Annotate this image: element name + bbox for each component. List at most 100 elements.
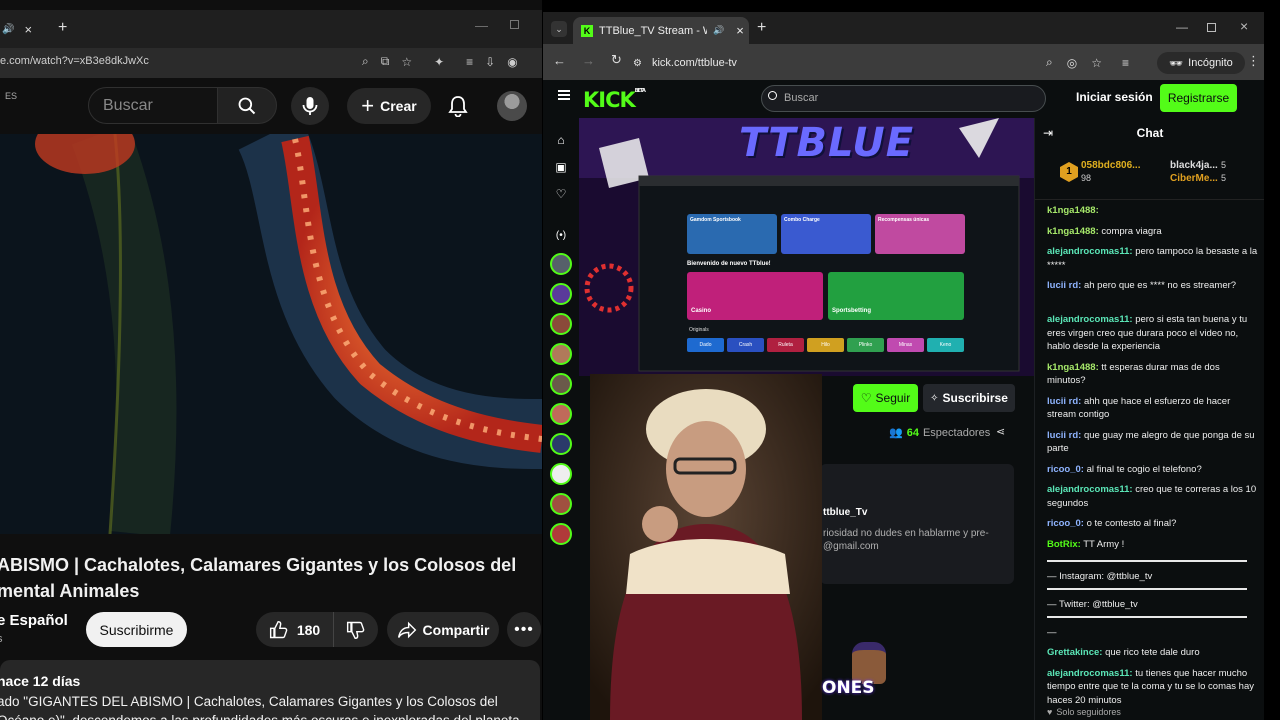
share-button[interactable]: Compartir xyxy=(387,612,499,647)
incognito-badge[interactable]: 🕶 Incógnito xyxy=(1157,52,1245,74)
eye-off-icon[interactable]: ◎ xyxy=(1067,56,1077,70)
close-tab-icon[interactable]: × xyxy=(736,23,744,38)
star-icon[interactable]: ☆ xyxy=(1091,56,1102,70)
chat-username[interactable]: Grettakince: xyxy=(1047,647,1102,658)
sidebar-channel-avatar[interactable] xyxy=(550,253,572,275)
kick-tab[interactable]: K TTBlue_TV Stream - Watch 🔊 × xyxy=(573,17,749,44)
browser-menu-icon[interactable]: ⋮ xyxy=(1247,53,1260,69)
channel-name[interactable]: e Español xyxy=(0,612,68,629)
yt-tab-bar xyxy=(0,10,542,48)
stream-player[interactable]: TTBLUE Gamdom Sportsbook Combo Charge Re… xyxy=(579,118,1034,376)
following-icon[interactable]: ♡ xyxy=(543,184,579,204)
chat-username[interactable]: lucii rd: xyxy=(1047,280,1081,291)
login-button[interactable]: Iniciar sesión xyxy=(1076,90,1153,104)
maximize-icon[interactable] xyxy=(1207,23,1216,32)
new-tab-button[interactable]: + xyxy=(757,19,766,37)
register-button[interactable]: Registrarse xyxy=(1160,84,1237,112)
share-icon xyxy=(397,621,416,638)
zoom-icon[interactable]: ⌕ xyxy=(1046,55,1053,70)
back-icon[interactable]: ← xyxy=(553,53,566,68)
subscribe-button[interactable]: Suscribirme xyxy=(86,612,187,647)
search-input[interactable]: Buscar xyxy=(88,87,218,124)
media-icon[interactable]: ≡ xyxy=(466,55,473,69)
close-tab-icon[interactable]: × xyxy=(24,22,32,37)
sidebar-channel-avatar[interactable] xyxy=(550,283,572,305)
site-info-icon[interactable]: ⚙ xyxy=(633,58,642,69)
chat-username[interactable]: ricoo_0: xyxy=(1047,464,1084,475)
thumbs-up-icon xyxy=(269,620,288,638)
forward-icon[interactable]: → xyxy=(582,53,595,68)
leader-name[interactable]: black4ja... xyxy=(1170,160,1218,171)
voice-search-button[interactable] xyxy=(291,87,329,125)
nav-buttons: ← → ↻ xyxy=(553,52,622,68)
zoom-icon[interactable]: ⌕ xyxy=(362,54,369,69)
chat-username[interactable]: lucii rd: xyxy=(1047,430,1081,441)
reload-icon[interactable]: ↻ xyxy=(611,52,622,68)
chat-username[interactable]: lucii rd: xyxy=(1047,396,1081,407)
minimize-icon[interactable]: — xyxy=(475,18,488,33)
game-button: Dado xyxy=(687,338,724,352)
downloads-icon[interactable]: ⇩ xyxy=(485,55,495,69)
yt-tab[interactable]: c 🔊 × xyxy=(0,18,50,40)
video-player[interactable] xyxy=(0,134,542,534)
leader-name[interactable]: CiberMe... xyxy=(1170,173,1218,184)
heart-icon: ♡ xyxy=(860,391,872,405)
extensions-icon[interactable]: ✦ xyxy=(434,55,444,69)
sidebar-channel-avatar[interactable] xyxy=(550,343,572,365)
sidebar-channel-avatar[interactable] xyxy=(550,433,572,455)
hamburger-menu-icon[interactable] xyxy=(558,90,570,100)
share-icon[interactable]: ⋖ xyxy=(996,425,1005,438)
kick-window: ⌄ K TTBlue_TV Stream - Watch 🔊 × + — × ←… xyxy=(543,12,1264,720)
search-button[interactable] xyxy=(217,87,277,124)
leader-score: 5 xyxy=(1221,160,1227,170)
profile-icon[interactable]: ◉ xyxy=(507,55,517,69)
sidebar-channel-avatar[interactable] xyxy=(550,493,572,515)
avatar[interactable] xyxy=(497,91,527,121)
chat-text: al final te cogio el telefono? xyxy=(1086,463,1202,475)
new-tab-button[interactable]: + xyxy=(58,19,67,37)
leader-name[interactable]: 058bdc806... xyxy=(1081,160,1140,171)
chat-username[interactable]: k1nga1488: xyxy=(1047,362,1099,373)
dislike-button[interactable] xyxy=(334,612,378,647)
cast-icon[interactable]: ⧉ xyxy=(381,54,390,69)
maximize-icon[interactable] xyxy=(510,20,519,29)
sidebar-channel-avatar[interactable] xyxy=(550,463,572,485)
star-icon[interactable]: ☆ xyxy=(401,55,412,69)
close-window-icon[interactable]: × xyxy=(1240,18,1248,34)
minimize-icon[interactable]: — xyxy=(1176,20,1188,34)
chat-message: k1nga1488: compra viagra xyxy=(1047,225,1259,239)
channel-subscribers: s xyxy=(0,633,3,645)
kick-url[interactable]: ⚙ kick.com/ttblue-tv xyxy=(633,51,1053,75)
create-button[interactable]: + Crear xyxy=(347,88,431,124)
kick-subscribe-button[interactable]: ✧ Suscribirse xyxy=(923,384,1015,412)
kick-search-input[interactable]: Buscar xyxy=(761,85,1046,112)
chat-username[interactable]: k1nga1488: xyxy=(1047,226,1099,237)
media-icon[interactable]: ≡ xyxy=(1122,56,1129,70)
more-actions-button[interactable]: ••• xyxy=(507,612,541,647)
notifications-button[interactable] xyxy=(445,92,471,120)
chat-username[interactable]: alejandrocomas11: xyxy=(1047,314,1133,325)
sidebar-channel-avatar[interactable] xyxy=(550,373,572,395)
kick-logo-badge: BETA xyxy=(634,88,646,94)
chat-username[interactable]: alejandrocomas11: xyxy=(1047,246,1133,257)
sidebar-channel-avatar[interactable] xyxy=(550,523,572,545)
chat-username[interactable]: k1nga1488: xyxy=(1047,205,1099,216)
star-burst-icon: ✧ xyxy=(930,392,939,404)
tab-search-icon[interactable]: ⌄ xyxy=(551,21,567,37)
browse-icon[interactable]: ▣ xyxy=(543,157,579,177)
follow-button[interactable]: ♡ Seguir xyxy=(853,384,918,412)
chat-divider xyxy=(1047,560,1247,562)
follow-label: Seguir xyxy=(875,391,911,405)
sidebar-channel-avatar[interactable] xyxy=(550,403,572,425)
chat-username[interactable]: ricoo_0: xyxy=(1047,518,1084,529)
yt-url[interactable]: e.com/watch?v=xB3e8dkJwXc xyxy=(0,55,149,67)
chat-username[interactable]: alejandrocomas11: xyxy=(1047,484,1133,495)
chat-username[interactable]: BotRix: xyxy=(1047,539,1081,550)
kick-logo[interactable]: KICKBETA xyxy=(583,88,646,112)
home-icon[interactable]: ⌂ xyxy=(543,130,579,150)
yt-browser-icons: ⌕ ⧉ ☆ ✦ ≡ ⇩ ◉ xyxy=(362,54,518,69)
sidebar-channel-avatar[interactable] xyxy=(550,313,572,335)
game-button: Hilo xyxy=(807,338,844,352)
like-button[interactable]: 180 xyxy=(256,612,334,647)
chat-username[interactable]: alejandrocomas11: xyxy=(1047,668,1133,679)
